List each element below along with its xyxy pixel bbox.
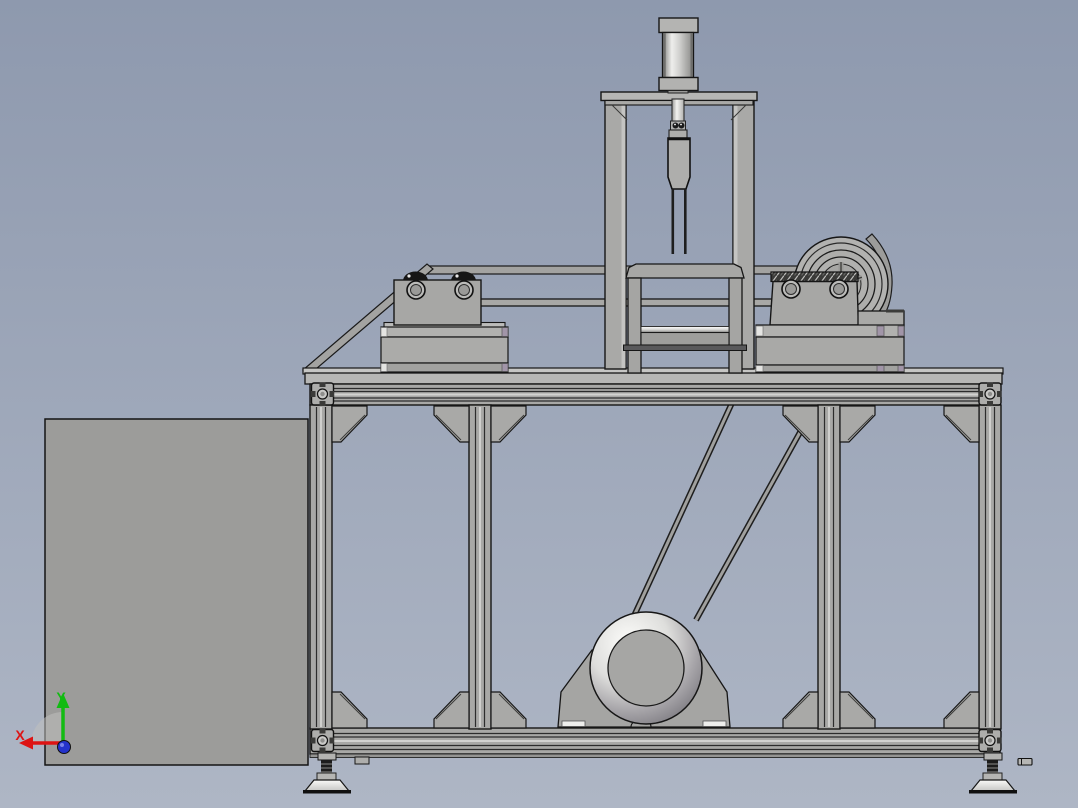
ram-prong: [684, 189, 687, 254]
ram-tool: [667, 137, 691, 190]
column-highlight: [621, 102, 626, 368]
z-axis-indicator: [57, 740, 71, 754]
rod-adapter: [668, 129, 688, 139]
cap-glint: [407, 274, 411, 278]
frame-connector-tab: [354, 756, 370, 765]
bearing-inner: [458, 284, 470, 296]
frame-post-left: [309, 404, 333, 730]
coupling-glint: [674, 123, 676, 126]
bearing-inner: [833, 283, 845, 295]
knurled-strip: [770, 271, 859, 283]
y-axis-label: Y: [56, 689, 66, 705]
tie-rod: [663, 33, 666, 77]
step-block-lip: [886, 309, 904, 313]
fixture-base-strip: [623, 344, 747, 351]
extrusion-end-cap: [977, 728, 1003, 753]
x-axis-label: X: [15, 727, 25, 743]
ram-prong: [671, 189, 675, 254]
loose-part-body: [1017, 757, 1033, 766]
loose-part[interactable]: [1017, 757, 1033, 766]
pedestal-slot-left: [561, 720, 586, 727]
mounting-plates-right: [755, 324, 905, 373]
cap-glint: [455, 274, 459, 278]
tie-rod: [690, 33, 693, 77]
z-axis-glint: [60, 743, 64, 747]
coupling-glint: [680, 123, 682, 126]
coupling-pin: [672, 122, 679, 129]
viewport-canvas: Y X: [0, 0, 1078, 808]
fixture-mid-bar: [640, 331, 730, 346]
side-panel[interactable]: [44, 418, 309, 766]
coupling-pin: [678, 122, 685, 129]
frame-post-mid-right: [817, 404, 841, 730]
cad-viewport[interactable]: Y X: [0, 0, 1078, 808]
fixture-guide-rod: [640, 326, 730, 333]
bottom-beam: [309, 727, 1001, 758]
extrusion-end-cap: [310, 381, 335, 407]
fixture-leg-left: [627, 277, 642, 374]
fixture-top-bar: [625, 263, 745, 279]
extrusion-end-cap: [977, 381, 1003, 407]
bearing-inner: [410, 284, 422, 296]
motor-face: [607, 629, 685, 707]
cylinder-top-cap: [658, 17, 699, 34]
frame-post-right: [978, 404, 1002, 730]
pneumatic-cylinder[interactable]: [658, 17, 699, 94]
bearing-inner: [785, 283, 797, 295]
pedestal-slot-right: [702, 720, 727, 727]
frame-post-mid-left: [468, 404, 492, 730]
fixture-leg-right: [728, 277, 743, 374]
mounting-plates-left: [380, 321, 509, 373]
top-beam: [309, 383, 1001, 406]
piston-rod: [671, 98, 685, 123]
cylinder-neck: [667, 90, 689, 94]
step-block: [857, 310, 905, 327]
cylinder-barrel: [661, 31, 695, 79]
cylinder-flange: [658, 76, 699, 92]
tabletop-plate: [304, 372, 1003, 385]
extrusion-end-cap: [310, 728, 335, 753]
